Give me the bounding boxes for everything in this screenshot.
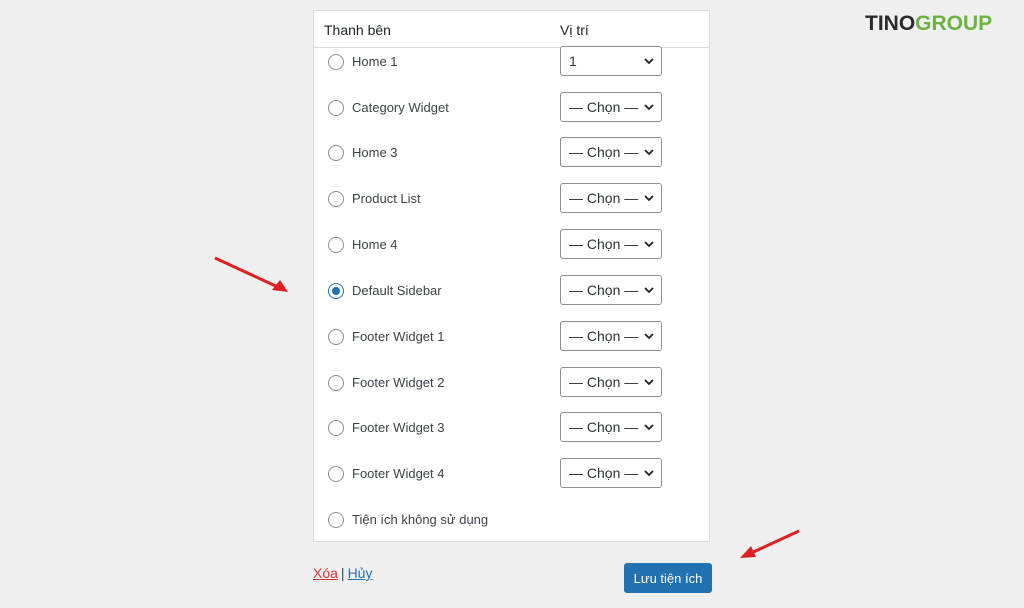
tinogroup-logo: TINOGROUP (865, 12, 992, 36)
cancel-link[interactable]: Hủy (348, 565, 373, 581)
sidebar-radio[interactable] (328, 420, 344, 436)
chevron-down-icon (644, 58, 654, 65)
chevron-down-icon (644, 470, 654, 477)
position-select-value: — Chọn — (569, 236, 639, 252)
sidebar-row: Footer Widget 4 — Chọn — (314, 458, 709, 512)
sidebar-label: Home 4 (352, 237, 398, 252)
position-select-value: — Chọn — (569, 282, 639, 298)
sidebar-radio[interactable] (328, 54, 344, 70)
annotation-arrow-left (214, 256, 288, 292)
sidebar-label: Footer Widget 4 (352, 466, 445, 481)
save-widget-button[interactable]: Lưu tiện ích (624, 563, 712, 593)
position-select-value: 1 (569, 53, 577, 69)
chevron-down-icon (644, 287, 654, 294)
header-sidebar: Thanh bên (324, 22, 391, 38)
footer-links: Xóa | Hủy (313, 565, 372, 581)
position-select[interactable]: — Chọn — (560, 458, 662, 488)
header-position: Vị trí (560, 22, 589, 38)
position-select-value: — Chọn — (569, 190, 639, 206)
position-select[interactable]: — Chọn — (560, 367, 662, 397)
sidebar-radio[interactable] (328, 375, 344, 391)
delete-link[interactable]: Xóa (313, 565, 338, 581)
position-select[interactable]: — Chọn — (560, 412, 662, 442)
sidebar-radio[interactable] (328, 237, 344, 253)
chevron-down-icon (644, 241, 654, 248)
logo-text-tino: TINO (865, 12, 916, 35)
sidebar-radio[interactable] (328, 466, 344, 482)
link-separator: | (340, 565, 345, 581)
position-select-value: — Chọn — (569, 99, 639, 115)
table-header: Thanh bên Vị trí (314, 11, 709, 48)
sidebar-label: Home 3 (352, 145, 398, 160)
sidebar-label: Home 1 (352, 54, 398, 69)
chevron-down-icon (644, 424, 654, 431)
chevron-down-icon (644, 379, 654, 386)
save-button-label: Lưu tiện ích (633, 570, 703, 586)
sidebar-radio[interactable] (328, 145, 344, 161)
sidebar-radio[interactable] (328, 100, 344, 116)
sidebar-radio[interactable] (328, 283, 344, 299)
position-select[interactable]: — Chọn — (560, 321, 662, 351)
position-select-value: — Chọn — (569, 328, 639, 344)
sidebar-label: Category Widget (352, 100, 449, 115)
sidebar-label: Default Sidebar (352, 283, 442, 298)
annotation-arrow-right (740, 529, 800, 558)
chevron-down-icon (644, 104, 654, 111)
position-select-value: — Chọn — (569, 419, 639, 435)
position-select[interactable]: — Chọn — (560, 92, 662, 122)
sidebar-label: Footer Widget 1 (352, 329, 445, 344)
sidebar-label: Tiện ích không sử dụng (352, 512, 489, 527)
logo-text-group: GROUP (915, 12, 993, 35)
chevron-down-icon (644, 333, 654, 340)
position-select-value: — Chọn — (569, 374, 639, 390)
sidebar-radio[interactable] (328, 191, 344, 207)
position-select[interactable]: — Chọn — (560, 137, 662, 167)
sidebar-row: Tiện ích không sử dụng (314, 512, 709, 558)
sidebar-radio[interactable] (328, 329, 344, 345)
chevron-down-icon (644, 195, 654, 202)
chevron-down-icon (644, 149, 654, 156)
position-select[interactable]: — Chọn — (560, 275, 662, 305)
sidebar-label: Footer Widget 3 (352, 420, 445, 435)
position-select[interactable]: 1 (560, 46, 662, 76)
sidebar-assign-panel: Thanh bên Vị trí Home 1 1 Category Widget —… (313, 10, 710, 542)
sidebar-label: Product List (352, 191, 421, 206)
sidebar-radio[interactable] (328, 512, 344, 528)
position-select[interactable]: — Chọn — (560, 229, 662, 259)
position-select-value: — Chọn — (569, 144, 639, 160)
position-select-value: — Chọn — (569, 465, 639, 481)
sidebar-label: Footer Widget 2 (352, 375, 445, 390)
position-select[interactable]: — Chọn — (560, 183, 662, 213)
